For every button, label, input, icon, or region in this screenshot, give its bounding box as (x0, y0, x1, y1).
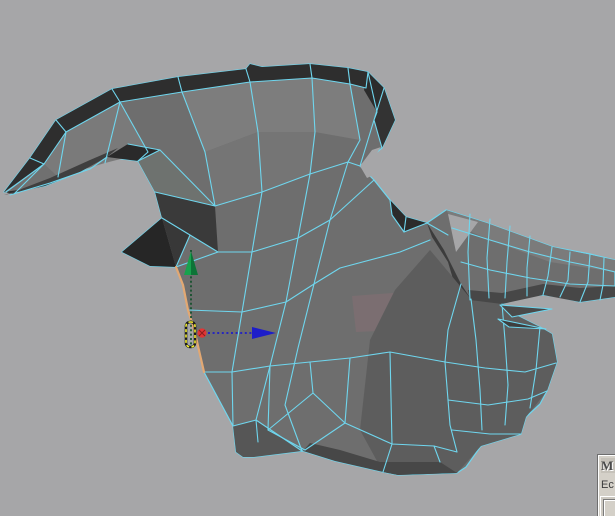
viewport[interactable]: M Ec (0, 0, 615, 516)
mini-app-window[interactable]: M Ec (597, 454, 615, 516)
window-sunken-panel (600, 496, 615, 516)
window-inner-frame (604, 500, 615, 516)
maya-logo-icon[interactable]: M (601, 458, 615, 473)
viewport-canvas[interactable] (0, 0, 615, 516)
polygon-mesh[interactable] (4, 64, 615, 475)
x-axis-center-handle[interactable] (197, 328, 206, 337)
window-menu-item[interactable]: Ec (601, 479, 614, 491)
